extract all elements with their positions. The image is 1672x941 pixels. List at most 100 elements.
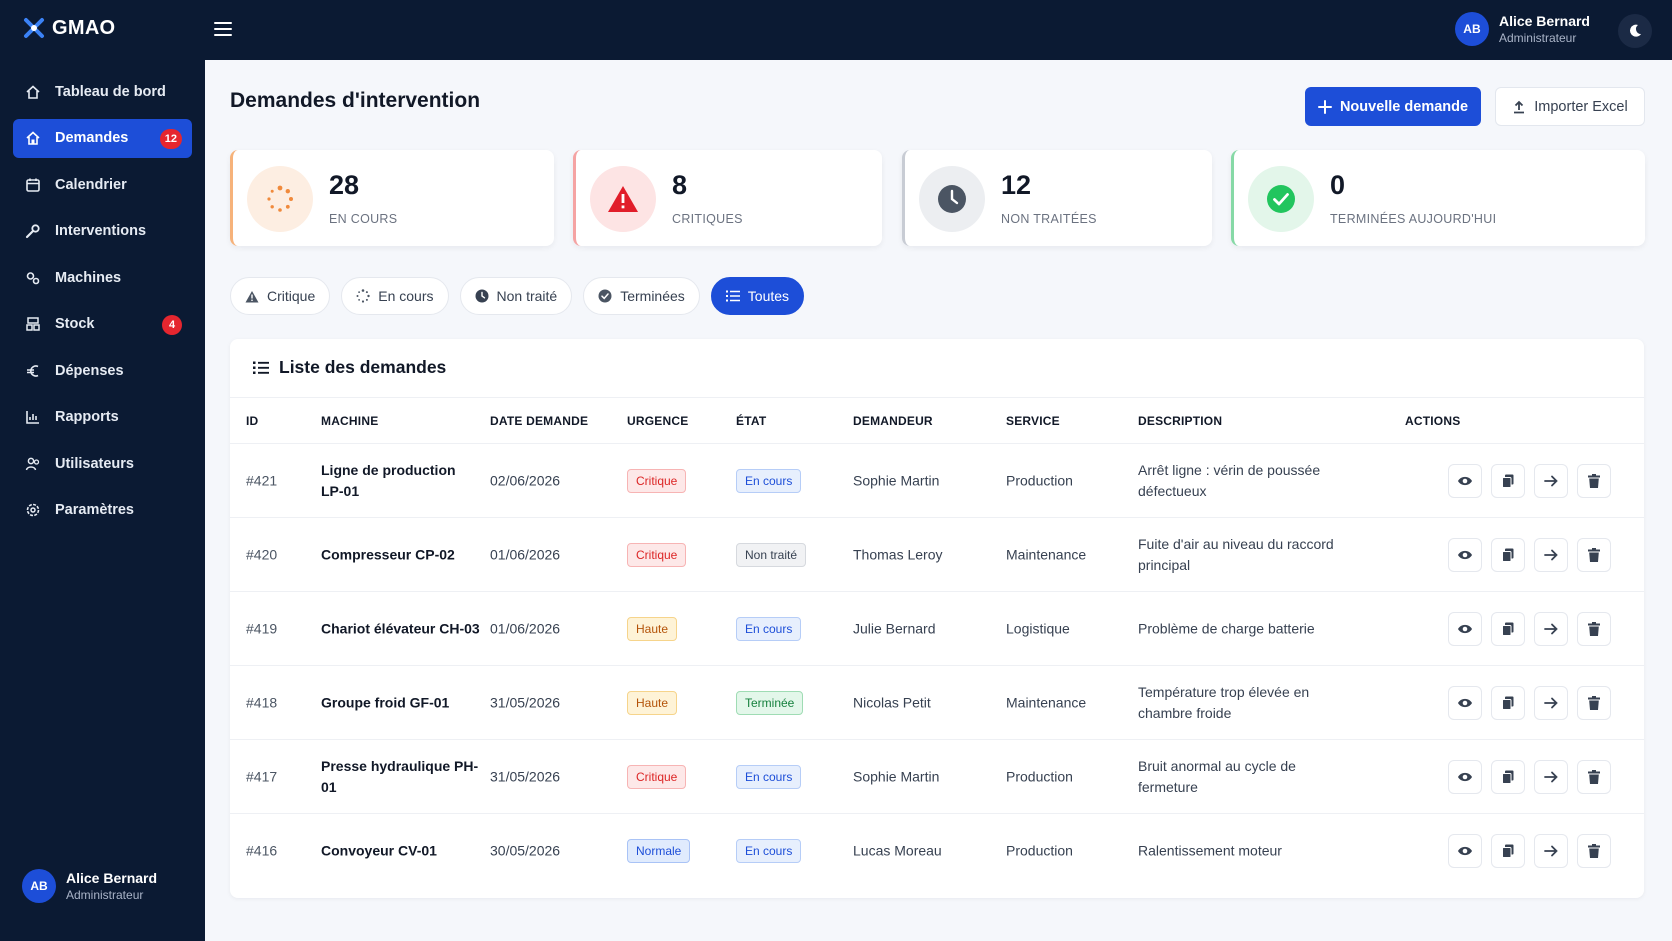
- row-actions: [1448, 685, 1611, 720]
- table-row[interactable]: #419 Chariot élévateur CH-03 01/06/2026 …: [230, 592, 1644, 666]
- upload-icon: [1514, 100, 1525, 113]
- arrow-right-icon: [1544, 697, 1558, 708]
- open-button[interactable]: [1534, 611, 1568, 646]
- trash-icon: [1588, 473, 1600, 488]
- trash-icon: [1588, 769, 1600, 784]
- sidebar-item-calendrier[interactable]: Calendrier: [13, 165, 192, 204]
- open-button[interactable]: [1534, 685, 1568, 720]
- plus-icon: [1317, 99, 1332, 114]
- warning-icon: [245, 290, 259, 302]
- dark-mode-toggle[interactable]: [1618, 14, 1652, 48]
- stat-card-critiques[interactable]: 8 CRITIQUES: [573, 150, 882, 246]
- sidebar-item-label: Calendrier: [55, 176, 127, 193]
- row-machine[interactable]: Chariot élévateur CH-03: [321, 618, 481, 639]
- euro-icon: [25, 363, 41, 379]
- delete-button[interactable]: [1577, 759, 1611, 794]
- row-machine[interactable]: Convoyeur CV-01: [321, 841, 481, 862]
- table-row[interactable]: #416 Convoyeur CV-01 30/05/2026 Normale …: [230, 814, 1644, 888]
- view-button[interactable]: [1448, 685, 1482, 720]
- row-demandeur: Lucas Moreau: [853, 842, 942, 859]
- row-machine[interactable]: Ligne de production LP-01: [321, 460, 481, 502]
- top-bar: GMAO AB Alice Bernard Administrateur: [0, 0, 1672, 60]
- row-description: Fuite d'air au niveau du raccord princip…: [1138, 535, 1334, 573]
- copy-button[interactable]: [1491, 685, 1525, 720]
- wrench-icon: [25, 223, 41, 239]
- user-menu[interactable]: AB Alice Bernard Administrateur: [1454, 12, 1590, 46]
- table-row[interactable]: #418 Groupe froid GF-01 31/05/2026 Haute…: [230, 666, 1644, 740]
- open-button[interactable]: [1534, 463, 1568, 498]
- status-badge: En cours: [736, 468, 802, 493]
- cogs-icon: [25, 270, 41, 286]
- row-actions: [1448, 537, 1611, 572]
- sidebar-item-rapports[interactable]: Rapports: [13, 398, 192, 437]
- copy-button[interactable]: [1491, 537, 1525, 572]
- stat-card-terminees[interactable]: 0 TERMINÉES AUJOURD'HUI: [1231, 150, 1645, 246]
- delete-button[interactable]: [1577, 463, 1611, 498]
- home-icon: [25, 84, 41, 100]
- filter-en-cours[interactable]: En cours: [341, 277, 449, 315]
- new-request-button[interactable]: Nouvelle demande: [1305, 87, 1481, 126]
- sidebar-item-stock[interactable]: Stock 4: [13, 305, 192, 344]
- stat-card-en-cours[interactable]: 28 EN COURS: [230, 150, 554, 246]
- stat-card-non-traitees[interactable]: 12 NON TRAITÉES: [902, 150, 1212, 246]
- row-actions: [1448, 759, 1611, 794]
- sidebar-item-utilisateurs[interactable]: Utilisateurs: [13, 444, 192, 483]
- delete-button[interactable]: [1577, 611, 1611, 646]
- sidebar-item-parametres[interactable]: Paramètres: [13, 491, 192, 530]
- col-description: DESCRIPTION: [1138, 414, 1223, 428]
- import-excel-button[interactable]: Importer Excel: [1495, 87, 1645, 126]
- copy-button[interactable]: [1491, 759, 1525, 794]
- urgency-badge: Haute: [627, 616, 678, 641]
- open-button[interactable]: [1534, 834, 1568, 868]
- filter-critique[interactable]: Critique: [230, 277, 331, 315]
- sidebar-item-machines[interactable]: Machines: [13, 258, 192, 297]
- sidebar-item-interventions[interactable]: Interventions: [13, 212, 192, 251]
- row-id: #417: [246, 768, 278, 784]
- logo-text: GMAO: [52, 16, 116, 39]
- open-button[interactable]: [1534, 759, 1568, 794]
- view-button[interactable]: [1448, 611, 1482, 646]
- filter-toutes[interactable]: Toutes: [710, 277, 805, 315]
- sidebar: Tableau de bord Demandes 12 Calendrier I…: [0, 60, 205, 941]
- sidebar-item-depenses[interactable]: Dépenses: [13, 351, 192, 390]
- copy-button[interactable]: [1491, 834, 1525, 868]
- new-request-label: Nouvelle demande: [1339, 98, 1469, 115]
- sidebar-item-demandes[interactable]: Demandes 12: [13, 118, 192, 158]
- copy-button[interactable]: [1491, 463, 1525, 498]
- row-date: 31/05/2026: [490, 694, 561, 710]
- sidebar-item-label: Tableau de bord: [55, 83, 166, 100]
- table-header: ID MACHINE DATE DEMANDE URGENCE ÉTAT DEM…: [230, 397, 1644, 444]
- delete-button[interactable]: [1577, 834, 1611, 868]
- row-machine[interactable]: Presse hydraulique PH-01: [321, 756, 481, 798]
- copy-button[interactable]: [1491, 611, 1525, 646]
- row-service: Maintenance: [1006, 546, 1087, 562]
- table-row[interactable]: #421 Ligne de production LP-01 02/06/202…: [230, 444, 1644, 518]
- table-row[interactable]: #417 Presse hydraulique PH-01 31/05/2026…: [230, 740, 1644, 814]
- menu-toggle-icon[interactable]: [212, 18, 234, 40]
- filter-label: Toutes: [747, 288, 790, 304]
- sidebar-item-tableau-de-bord[interactable]: Tableau de bord: [13, 72, 192, 111]
- open-button[interactable]: [1534, 537, 1568, 572]
- view-button[interactable]: [1448, 463, 1482, 498]
- status-badge: Non traité: [736, 542, 807, 567]
- sidebar-item-label: Utilisateurs: [55, 455, 134, 472]
- view-button[interactable]: [1448, 537, 1482, 572]
- stat-label: EN COURS: [329, 212, 398, 226]
- status-badge: En cours: [736, 764, 802, 789]
- filter-non-traite[interactable]: Non traité: [459, 277, 573, 315]
- copy-icon: [1502, 548, 1514, 562]
- row-machine[interactable]: Groupe froid GF-01: [321, 692, 481, 713]
- table-row[interactable]: #420 Compresseur CP-02 01/06/2026 Critiq…: [230, 518, 1644, 592]
- delete-button[interactable]: [1577, 685, 1611, 720]
- sidebar-user[interactable]: AB Alice Bernard Administrateur: [22, 869, 157, 903]
- delete-button[interactable]: [1577, 537, 1611, 572]
- app-logo[interactable]: GMAO: [22, 16, 115, 40]
- view-button[interactable]: [1448, 759, 1482, 794]
- sidebar-item-label: Interventions: [55, 223, 147, 239]
- row-service: Logistique: [1006, 620, 1070, 636]
- view-button[interactable]: [1448, 834, 1482, 868]
- user-role: Administrateur: [1498, 31, 1577, 45]
- page-title: Demandes d'intervention: [230, 89, 481, 112]
- filter-terminees[interactable]: Terminées: [583, 277, 700, 315]
- row-machine[interactable]: Compresseur CP-02: [321, 544, 481, 565]
